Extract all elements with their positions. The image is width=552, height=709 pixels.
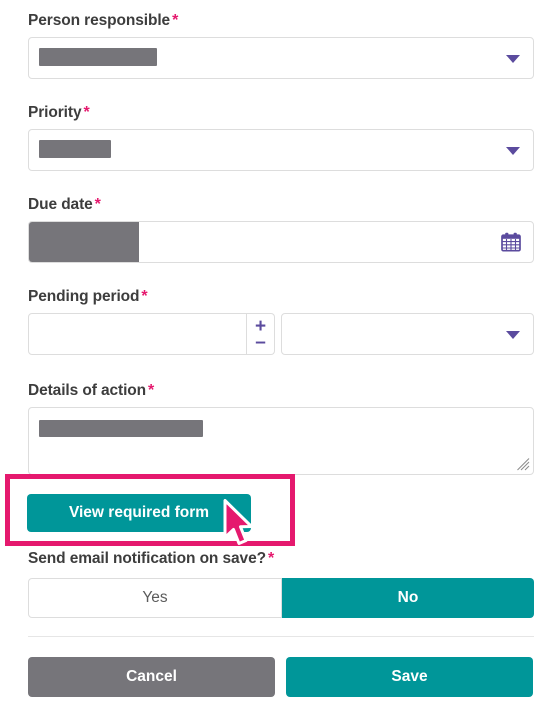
save-button[interactable]: Save [286,657,533,697]
chevron-down-icon[interactable] [506,331,520,339]
label-details-of-action: Details of action * [28,382,534,400]
label-text: Person responsible [28,12,171,29]
chevron-down-icon[interactable] [506,147,520,155]
label-due-date: Due date * [28,196,534,214]
due-date-input[interactable] [28,221,534,263]
field-person-responsible: Person responsible * [28,12,534,79]
priority-select[interactable] [28,129,534,171]
toggle-option-no[interactable]: No [282,578,534,618]
toggle-option-yes[interactable]: Yes [28,578,282,618]
priority-value-redacted [39,140,111,158]
details-of-action-textarea[interactable] [28,407,534,475]
required-asterisk: * [83,104,90,121]
pending-period-number-input[interactable] [28,313,247,355]
field-pending-period: Pending period * + – [28,288,534,355]
view-required-form-button[interactable]: View required form [27,494,251,532]
field-due-date: Due date * [28,196,534,263]
stepper-decrement-icon[interactable]: – [255,333,266,352]
pending-period-stepper[interactable]: + – [247,313,275,355]
label-text: Priority [28,104,82,121]
pending-period-row: + – [28,313,534,355]
required-asterisk: * [148,382,155,399]
due-date-value-redacted [29,222,139,262]
resize-grip-icon[interactable] [517,458,530,471]
chevron-down-icon[interactable] [506,55,520,63]
footer-buttons: Cancel Save [28,657,534,697]
stepper-increment-icon[interactable]: + [255,317,266,336]
action-form: Person responsible * Priority * Due date * [0,0,552,709]
person-responsible-value-redacted [39,48,157,66]
label-priority: Priority * [28,104,534,122]
label-send-email-notification: Send email notification on save? * [28,550,274,568]
footer-divider [28,636,534,637]
required-asterisk: * [94,196,101,213]
required-asterisk: * [172,12,179,29]
label-text: Send email notification on save? [28,550,266,567]
details-of-action-value-redacted [39,420,203,437]
label-person-responsible: Person responsible * [28,12,534,30]
field-priority: Priority * [28,104,534,171]
label-text: Due date [28,196,93,213]
label-pending-period: Pending period * [28,288,534,306]
send-email-toggle-group: Yes No [28,578,534,618]
required-asterisk: * [267,550,275,567]
cancel-button[interactable]: Cancel [28,657,275,697]
label-text: Pending period [28,288,140,305]
person-responsible-select[interactable] [28,37,534,79]
required-asterisk: * [141,288,148,305]
label-text: Details of action [28,382,147,399]
pending-period-unit-select[interactable] [281,313,534,355]
field-details-of-action: Details of action * [28,382,534,475]
calendar-icon[interactable] [501,232,521,252]
